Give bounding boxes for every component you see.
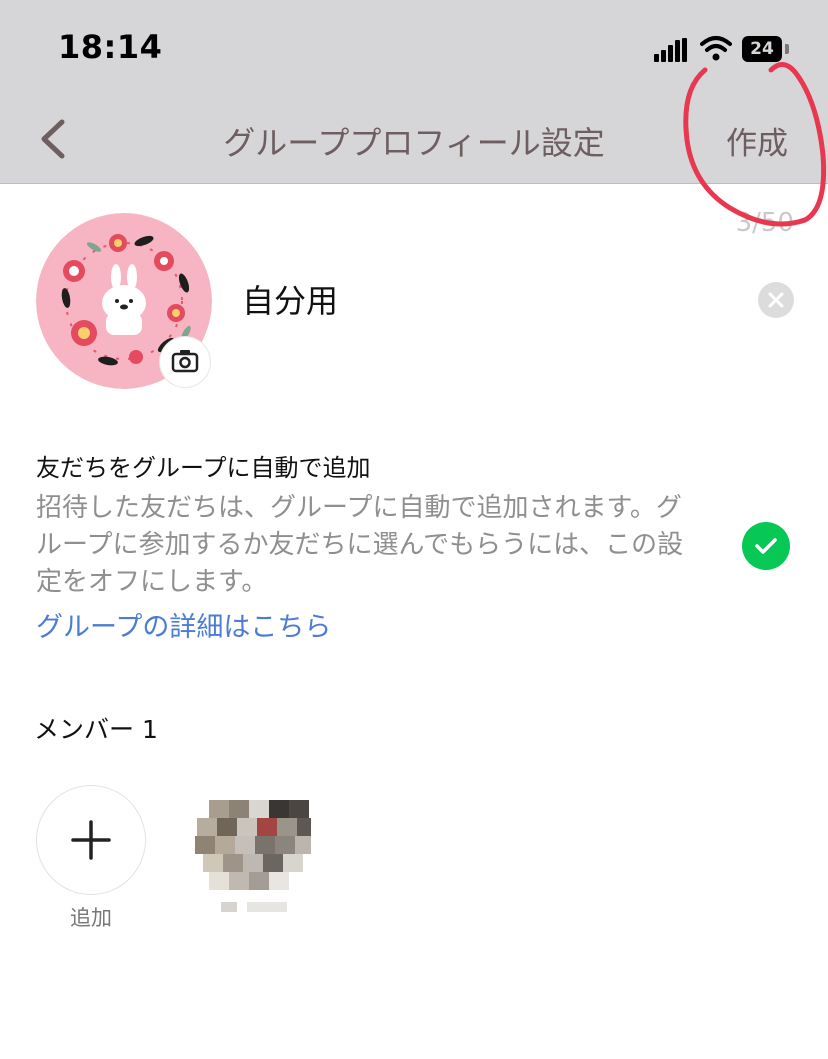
auto-add-title: 友だちをグループに自動で追加 — [36, 454, 371, 482]
checkmark-icon — [755, 538, 777, 554]
page-title: グループプロフィール設定 — [223, 124, 605, 162]
close-icon — [768, 292, 784, 308]
wifi-icon — [700, 36, 732, 61]
auto-add-description: 招待した友だちは、グループに自動で追加されます。グループに参加するか友だちに選ん… — [36, 493, 684, 597]
add-member-label: 追加 — [70, 906, 112, 930]
change-photo-button[interactable] — [160, 337, 210, 387]
name-char-count: 3/50 — [735, 208, 794, 238]
plus-icon — [71, 820, 111, 860]
navigation-bar: 18:14 24 グループプロフィール設定 作成 — [0, 0, 828, 184]
status-time: 18:14 — [58, 28, 163, 66]
create-button[interactable]: 作成 — [726, 118, 788, 163]
group-details-link[interactable]: グループの詳細はこちら — [36, 605, 331, 644]
add-member-button[interactable] — [36, 785, 146, 895]
group-name-input[interactable]: 自分用 — [242, 276, 338, 322]
members-label: メンバー 1 — [34, 715, 158, 744]
cellular-signal-icon — [654, 38, 688, 62]
battery-icon: 24 — [742, 36, 782, 62]
battery-tip — [785, 44, 789, 54]
camera-icon — [171, 350, 199, 373]
auto-add-toggle[interactable] — [742, 522, 790, 570]
group-avatar[interactable] — [36, 213, 212, 389]
clear-name-button[interactable] — [758, 282, 794, 318]
member-avatar-pixelated[interactable] — [187, 790, 311, 924]
